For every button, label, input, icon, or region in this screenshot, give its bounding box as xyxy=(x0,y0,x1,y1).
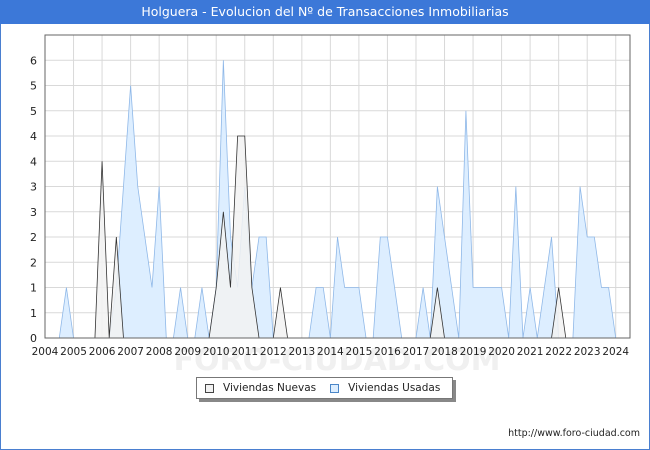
y-tick-label: 5 xyxy=(30,105,37,118)
legend-label-usadas: Viviendas Usadas xyxy=(348,382,441,394)
y-tick-label: 1 xyxy=(30,282,37,295)
legend: Viviendas Nuevas Viviendas Usadas xyxy=(196,377,453,399)
x-tick-label: 2023 xyxy=(574,346,601,358)
y-tick-label: 1 xyxy=(30,307,37,320)
x-tick-label: 2012 xyxy=(260,346,287,358)
legend-item-nuevas: Viviendas Nuevas xyxy=(205,378,316,398)
x-tick-label: 2005 xyxy=(60,346,87,358)
x-tick-label: 2011 xyxy=(231,346,258,358)
x-tick-label: 2017 xyxy=(403,346,430,358)
y-tick-label: 5 xyxy=(30,80,37,93)
y-tick-label: 6 xyxy=(30,54,37,67)
x-tick-label: 2009 xyxy=(174,346,201,358)
x-tick-label: 2007 xyxy=(117,346,144,358)
y-tick-label: 3 xyxy=(30,206,37,219)
legend-label-nuevas: Viviendas Nuevas xyxy=(223,382,317,394)
x-tick-label: 2006 xyxy=(89,346,116,358)
y-tick-label: 0 xyxy=(30,332,37,345)
legend-swatch-usadas xyxy=(330,383,340,393)
y-tick-label: 3 xyxy=(30,181,37,194)
x-tick-label: 2020 xyxy=(488,346,515,358)
y-tick-label: 4 xyxy=(30,130,37,143)
source-url: http://www.foro-ciudad.com xyxy=(508,428,640,439)
x-tick-label: 2008 xyxy=(146,346,173,358)
legend-swatch-nuevas xyxy=(205,383,214,393)
x-tick-label: 2014 xyxy=(317,346,344,358)
y-tick-label: 4 xyxy=(30,155,37,168)
x-tick-label: 2004 xyxy=(32,346,59,358)
x-tick-label: 2010 xyxy=(203,346,230,358)
x-tick-label: 2016 xyxy=(374,346,401,358)
x-tick-label: 2013 xyxy=(288,346,315,358)
y-tick-label: 2 xyxy=(30,256,37,269)
x-tick-label: 2021 xyxy=(517,346,544,358)
x-tick-label: 2022 xyxy=(545,346,572,358)
x-tick-label: 2019 xyxy=(460,346,487,358)
x-tick-label: 2018 xyxy=(431,346,458,358)
x-tick-label: 2015 xyxy=(346,346,373,358)
legend-item-usadas: Viviendas Usadas xyxy=(330,378,440,398)
x-tick-label: 2024 xyxy=(602,346,629,358)
y-tick-label: 2 xyxy=(30,231,37,244)
